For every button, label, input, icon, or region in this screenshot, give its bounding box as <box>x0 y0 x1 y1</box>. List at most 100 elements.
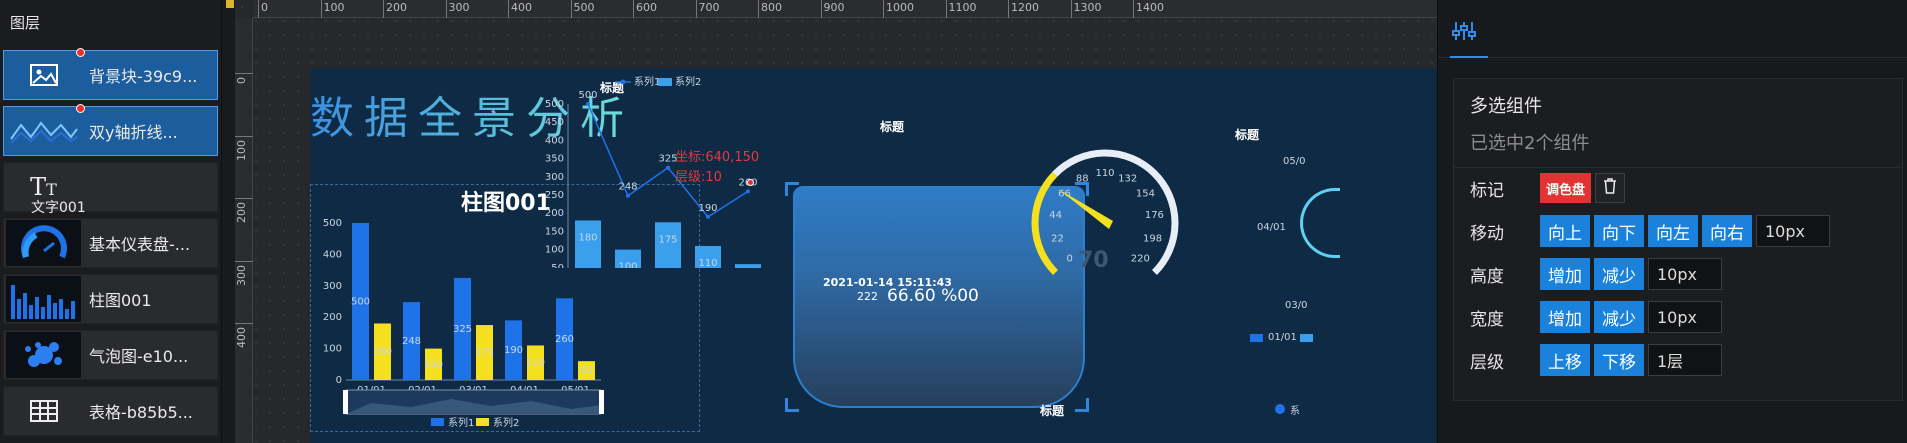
canvas-area[interactable]: 0 100 200 300 400 500 600 700 800 900 1000 1100 1200… <box>235 0 1437 443</box>
dashboard-screen[interactable]: 数据全景分析 柱图001 010020030040050001/01500180… <box>310 68 1437 443</box>
legend-label: 系列1 <box>634 75 660 88</box>
move-up-button[interactable]: 向上 <box>1540 215 1590 247</box>
layer-item-bubble[interactable]: 气泡图-e10... <box>3 330 218 380</box>
level-input[interactable] <box>1648 344 1722 376</box>
layers-header: 图层 <box>10 14 41 32</box>
data-label: 190 <box>698 203 717 214</box>
ruler-label: 800 <box>761 1 782 14</box>
layers-panel: 图层 背景块-39c9... 双y轴折线... TT 文字001 基本仪表盘-.… <box>0 0 222 443</box>
gauge-tick-label: 110 <box>1095 168 1114 179</box>
ruler-label: 700 <box>698 1 720 14</box>
width-decrease-button[interactable]: 减少 <box>1594 301 1644 333</box>
ruler-label: 100 <box>235 139 248 161</box>
ruler-tick <box>1133 0 1134 18</box>
ruler-tick <box>883 0 884 18</box>
line-point <box>706 214 710 219</box>
data-label: 180 <box>373 347 392 358</box>
height-step-input[interactable] <box>1648 258 1722 290</box>
gauge-tick-label: 154 <box>1136 189 1155 200</box>
layer-item-text[interactable]: TT 文字001 <box>3 162 218 216</box>
y-tick-label: 300 <box>545 172 564 183</box>
legend-label: 系列2 <box>675 75 701 88</box>
sliders-icon[interactable] <box>1452 22 1476 44</box>
delete-button[interactable] <box>1595 173 1626 203</box>
marked-dot <box>76 104 85 113</box>
width-row: 宽度 增加 减少 <box>1470 300 1722 334</box>
move-step-input[interactable] <box>1756 215 1830 247</box>
y-tick-label: 350 <box>545 154 564 165</box>
divider <box>1454 167 1902 168</box>
legend-swatch <box>476 418 489 426</box>
move-left-button[interactable]: 向左 <box>1648 215 1698 247</box>
selection-handle[interactable] <box>785 182 799 196</box>
line-point <box>586 102 590 106</box>
layer-label: 表格-b85b5... <box>89 403 193 422</box>
ruler-vertical: 0 100 200 300 400 <box>235 18 253 443</box>
level-down-button[interactable]: 下移 <box>1594 344 1644 376</box>
layer-item-gauge[interactable]: 基本仪表盘-... <box>3 218 218 268</box>
ruler-tick <box>320 0 322 18</box>
data-label: 325 <box>453 324 472 335</box>
ruler-label: 100 <box>323 1 345 14</box>
height-decrease-button[interactable]: 减少 <box>1594 258 1644 290</box>
legend-swatch <box>1250 334 1263 342</box>
right-chart-label: 05/0 <box>1283 156 1306 167</box>
bar-chart-thumb <box>6 276 81 322</box>
image-icon <box>6 48 85 98</box>
line-chart-svg[interactable]: 05010015020025030035040045050001/0102/01… <box>540 68 780 268</box>
layer-item-bar[interactable]: 柱图001 <box>3 274 218 324</box>
panel-marker <box>226 0 234 8</box>
height-increase-button[interactable]: 增加 <box>1540 258 1590 290</box>
gauge-svg[interactable]: 022446688 110 132154176198220 <box>1015 123 1195 303</box>
ruler-tick <box>235 323 253 324</box>
move-right-button[interactable]: 向右 <box>1702 215 1752 247</box>
width-step-input[interactable] <box>1648 301 1722 333</box>
data-label: 100 <box>424 359 443 370</box>
ruler-label: 200 <box>235 202 248 223</box>
percent-text: 66.60 %00 <box>887 286 979 306</box>
y-tick-label: 250 <box>545 190 564 201</box>
legend-swatch <box>431 418 444 426</box>
gauge-tick-label: 44 <box>1049 210 1062 221</box>
level-up-button[interactable]: 上移 <box>1540 344 1590 376</box>
data-label: 60 <box>580 366 593 377</box>
ruler-tick <box>383 0 384 18</box>
y-tick-label: 450 <box>545 117 564 128</box>
data-label: 500 <box>578 90 597 101</box>
gauge-tick-label: 132 <box>1118 173 1137 184</box>
height-label: 高度 <box>1470 266 1504 287</box>
right-chart-label: 04/01 <box>1257 222 1286 233</box>
gauge-tick-label: 176 <box>1145 210 1164 221</box>
layer-item-dual-line[interactable]: 双y轴折线... <box>3 104 218 156</box>
line-point <box>666 165 670 170</box>
data-label: 110 <box>698 258 717 268</box>
mark-row: 标记 调色盘 <box>1470 171 1629 205</box>
y-tick-label: 300 <box>323 281 342 292</box>
width-label: 宽度 <box>1470 309 1504 330</box>
ruler-tick <box>235 198 253 199</box>
marked-dot <box>76 48 85 57</box>
bar <box>735 264 761 268</box>
move-down-button[interactable]: 向下 <box>1594 215 1644 247</box>
layer-item-background[interactable]: 背景块-39c9... <box>3 48 218 100</box>
selection-handle[interactable] <box>785 398 799 412</box>
width-increase-button[interactable]: 增加 <box>1540 301 1590 333</box>
palette-button[interactable]: 调色盘 <box>1540 173 1592 203</box>
section-title: 多选组件 <box>1470 96 1542 117</box>
ruler-tick <box>235 135 253 137</box>
legend-label: 01/01 <box>1268 332 1297 343</box>
selection-handle[interactable] <box>1075 398 1089 412</box>
gauge-value: 70 <box>1078 248 1109 273</box>
ruler-tick <box>445 0 447 18</box>
layer-label: 柱图001 <box>89 291 152 310</box>
ruler-label: 400 <box>235 327 248 348</box>
legend-label: 系 <box>1290 406 1300 417</box>
line-chart-thumb <box>6 104 85 154</box>
ruler-tick <box>695 0 697 18</box>
gauge-tick-label: 88 <box>1076 173 1089 184</box>
legend-swatch <box>658 78 672 86</box>
legend-label: 系列2 <box>493 416 519 429</box>
layer-item-table[interactable]: 表格-b85b5... <box>3 386 218 436</box>
move-label: 移动 <box>1470 223 1504 244</box>
gauge-tick-label: 220 <box>1131 253 1150 264</box>
